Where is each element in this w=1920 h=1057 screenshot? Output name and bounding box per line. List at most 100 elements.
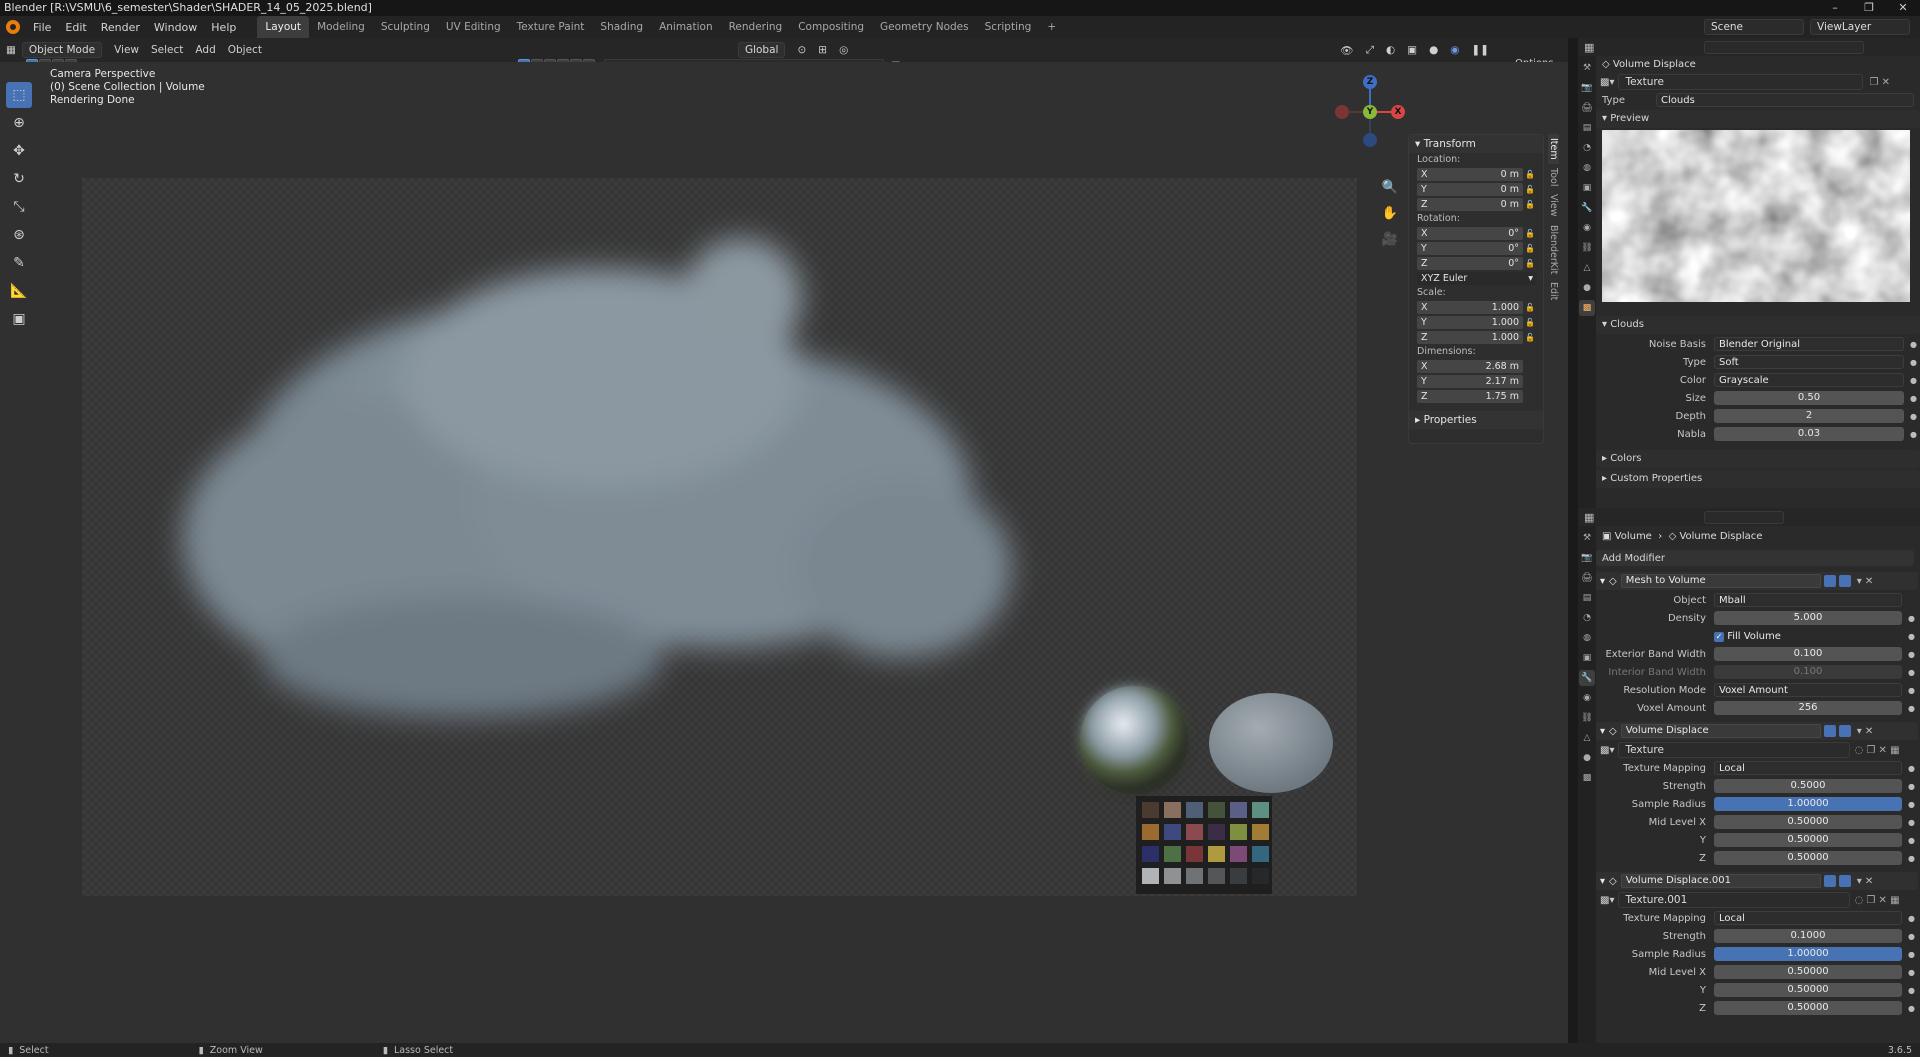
menu-render[interactable]: Render — [94, 21, 147, 34]
physics-tab-icon[interactable]: ◉ — [1579, 220, 1595, 236]
move-icon[interactable]: ✥ — [6, 138, 32, 164]
menu-file[interactable]: File — [26, 21, 58, 34]
scale-icon[interactable]: ⤡ — [6, 194, 32, 220]
resolution-mode-row[interactable]: Resolution Mode Voxel Amount ● — [1596, 682, 1918, 698]
rotation-x-row[interactable]: X 0° 🔓 — [1417, 226, 1537, 240]
editor-type-icon[interactable]: ▦ — [1584, 511, 1594, 524]
mid-level-z-row[interactable]: Z 0.50000 ● — [1596, 850, 1918, 866]
axis-neg-x-icon[interactable] — [1335, 105, 1349, 119]
scale-x-row[interactable]: X 1.000 🔓 — [1417, 300, 1537, 314]
texture-mapping-row[interactable]: Texture Mapping Local ● — [1596, 760, 1918, 776]
texture-name-field[interactable]: Texture — [1618, 74, 1864, 90]
keyframe-dot-icon[interactable]: ● — [1910, 394, 1920, 403]
editor-type-icon[interactable]: ▦ — [1584, 41, 1594, 54]
clouds-noise-basis-row[interactable]: Noise Basis Blender Original ● — [1596, 336, 1920, 352]
field-value[interactable]: 0.50 — [1714, 391, 1904, 405]
data-tab-icon[interactable]: △ — [1579, 730, 1595, 746]
menu-help[interactable]: Help — [204, 21, 243, 34]
view-layer-field[interactable]: ViewLayer — [1810, 19, 1910, 35]
rotation-y-row[interactable]: Y 0° 🔓 — [1417, 241, 1537, 255]
strength-row[interactable]: Strength 0.5000 ● — [1596, 778, 1918, 794]
pause-render-icon[interactable]: ❚❚ — [1465, 44, 1495, 56]
gizmo-toggle-icon[interactable]: ⤢ — [1360, 44, 1380, 57]
tab-texture-paint[interactable]: Texture Paint — [509, 16, 593, 38]
add-workspace-button[interactable]: + — [1039, 16, 1064, 38]
maximize-button[interactable]: ❐ — [1852, 0, 1886, 16]
shading-solid-icon[interactable]: ● — [1423, 44, 1444, 56]
render-tab-icon[interactable]: 📷 — [1579, 80, 1595, 96]
displace-texture-row[interactable]: ▩▾ Texture.001 ◌ ❐ ✕ ▦ — [1596, 892, 1918, 908]
world-tab-icon[interactable]: ◍ — [1579, 160, 1595, 176]
rotation-z-row[interactable]: Z 0° 🔓 — [1417, 256, 1537, 270]
clouds-nabla-row[interactable]: Nabla 0.03 ● — [1596, 426, 1920, 442]
modifier-tab-icon[interactable]: 🔧 — [1579, 670, 1595, 686]
add-cube-icon[interactable]: ▣ — [6, 306, 32, 332]
tool-tab-icon[interactable]: ⚒ — [1579, 60, 1595, 76]
output-tab-icon[interactable]: 🖨 — [1579, 100, 1595, 116]
measure-icon[interactable]: 📐 — [6, 278, 32, 304]
clouds-depth-row[interactable]: Depth 2 ● — [1596, 408, 1920, 424]
mesh-to-volume-header[interactable]: ▾ ◇ Mesh to Volume ▾ ✕ — [1596, 572, 1918, 590]
snap-icon[interactable]: ⊞ — [812, 44, 833, 56]
texture-tab-icon[interactable]: ▩ — [1579, 770, 1595, 786]
displace-texture-row[interactable]: ▩▾ Texture ◌ ❐ ✕ ▦ — [1596, 742, 1918, 758]
modifier-name-field[interactable]: Volume Displace.001 — [1620, 874, 1821, 888]
navigation-gizmo[interactable]: Z Y X — [1330, 72, 1410, 152]
scale-z-row[interactable]: Z 1.000 🔓 — [1417, 330, 1537, 344]
tab-blenderkit[interactable]: BlenderKit — [1548, 221, 1559, 278]
exterior-band-row[interactable]: Exterior Band Width 0.100 ● — [1596, 646, 1918, 662]
transform-icon[interactable]: ⊛ — [6, 222, 32, 248]
tab-modeling[interactable]: Modeling — [309, 16, 373, 38]
minimize-button[interactable]: – — [1818, 0, 1852, 16]
world-tab-icon[interactable]: ◍ — [1579, 630, 1595, 646]
shading-rendered-icon[interactable]: ◉ — [1444, 44, 1465, 56]
pan-hand-icon[interactable]: ✋ — [1380, 206, 1400, 226]
view-layer-tab-icon[interactable]: ▤ — [1579, 120, 1595, 136]
location-y-row[interactable]: Y0 m 🔓 — [1417, 182, 1537, 196]
xray-icon[interactable]: ▣ — [1401, 44, 1423, 56]
scene-field[interactable]: Scene — [1704, 19, 1804, 35]
clouds-color-row[interactable]: Color Grayscale ● — [1596, 372, 1920, 388]
texture-mapping-row[interactable]: Texture Mapping Local ● — [1596, 910, 1918, 926]
field-value[interactable]: 2 — [1714, 409, 1904, 423]
properties-search-input[interactable] — [1704, 40, 1865, 54]
menu-view[interactable]: View — [108, 44, 145, 56]
view-layer-tab-icon[interactable]: ▤ — [1579, 590, 1595, 606]
tab-item[interactable]: Item — [1548, 134, 1559, 164]
voxel-amount-row[interactable]: Voxel Amount 256 ● — [1596, 700, 1918, 716]
modifier-search-input[interactable] — [1704, 510, 1785, 524]
menu-add[interactable]: Add — [189, 44, 221, 56]
density-row[interactable]: Density 5.000 ● — [1596, 610, 1918, 626]
tab-animation[interactable]: Animation — [651, 16, 721, 38]
custom-properties-section-header[interactable]: ▸ Custom Properties — [1596, 470, 1920, 488]
pivot-icon[interactable]: ⊙ — [791, 44, 812, 56]
show-viewport-icon[interactable] — [1823, 725, 1836, 737]
modifier-name-field[interactable]: Mesh to Volume — [1620, 574, 1821, 588]
show-viewport-icon[interactable] — [1823, 575, 1836, 587]
show-render-icon[interactable] — [1838, 875, 1851, 887]
menu-edit[interactable]: Edit — [58, 21, 93, 34]
modifier-name-field[interactable]: Volume Displace — [1620, 724, 1821, 738]
dimensions-y-row[interactable]: Y 2.17 m — [1417, 374, 1537, 388]
keyframe-dot-icon[interactable]: ● — [1910, 358, 1920, 367]
preview-section-header[interactable]: ▾ Preview — [1596, 110, 1920, 128]
zoom-icon[interactable]: 🔍 — [1380, 180, 1400, 200]
tab-compositing[interactable]: Compositing — [790, 16, 872, 38]
fill-volume-checkbox[interactable]: ✓ — [1714, 631, 1724, 642]
volume-displace-001-header[interactable]: ▾ ◇ Volume Displace.001 ▾ ✕ — [1596, 872, 1918, 890]
visibility-icon[interactable]: 👁 — [1334, 44, 1359, 57]
tab-edit[interactable]: Edit — [1548, 278, 1559, 304]
dimensions-x-row[interactable]: X 2.68 m — [1417, 359, 1537, 373]
scene-tab-icon[interactable]: ◔ — [1579, 610, 1595, 626]
texture-datablock-row[interactable]: ▩▾ Texture ❐ ✕ — [1596, 74, 1920, 90]
keyframe-dot-icon[interactable]: ● — [1910, 340, 1920, 349]
select-box-icon[interactable]: ⬚ — [6, 82, 32, 108]
transform-header[interactable]: ▾ Transform — [1409, 135, 1543, 153]
field-value[interactable]: Blender Original — [1714, 337, 1904, 351]
transform-orientation-dropdown[interactable]: Global — [737, 42, 786, 58]
mid-level-y-row[interactable]: Y 0.50000 ● — [1596, 832, 1918, 848]
close-button[interactable]: ✕ — [1886, 0, 1920, 16]
physics-tab-icon[interactable]: ◉ — [1579, 690, 1595, 706]
show-render-icon[interactable] — [1838, 725, 1851, 737]
texture-tab-icon[interactable]: ▩ — [1579, 300, 1595, 316]
